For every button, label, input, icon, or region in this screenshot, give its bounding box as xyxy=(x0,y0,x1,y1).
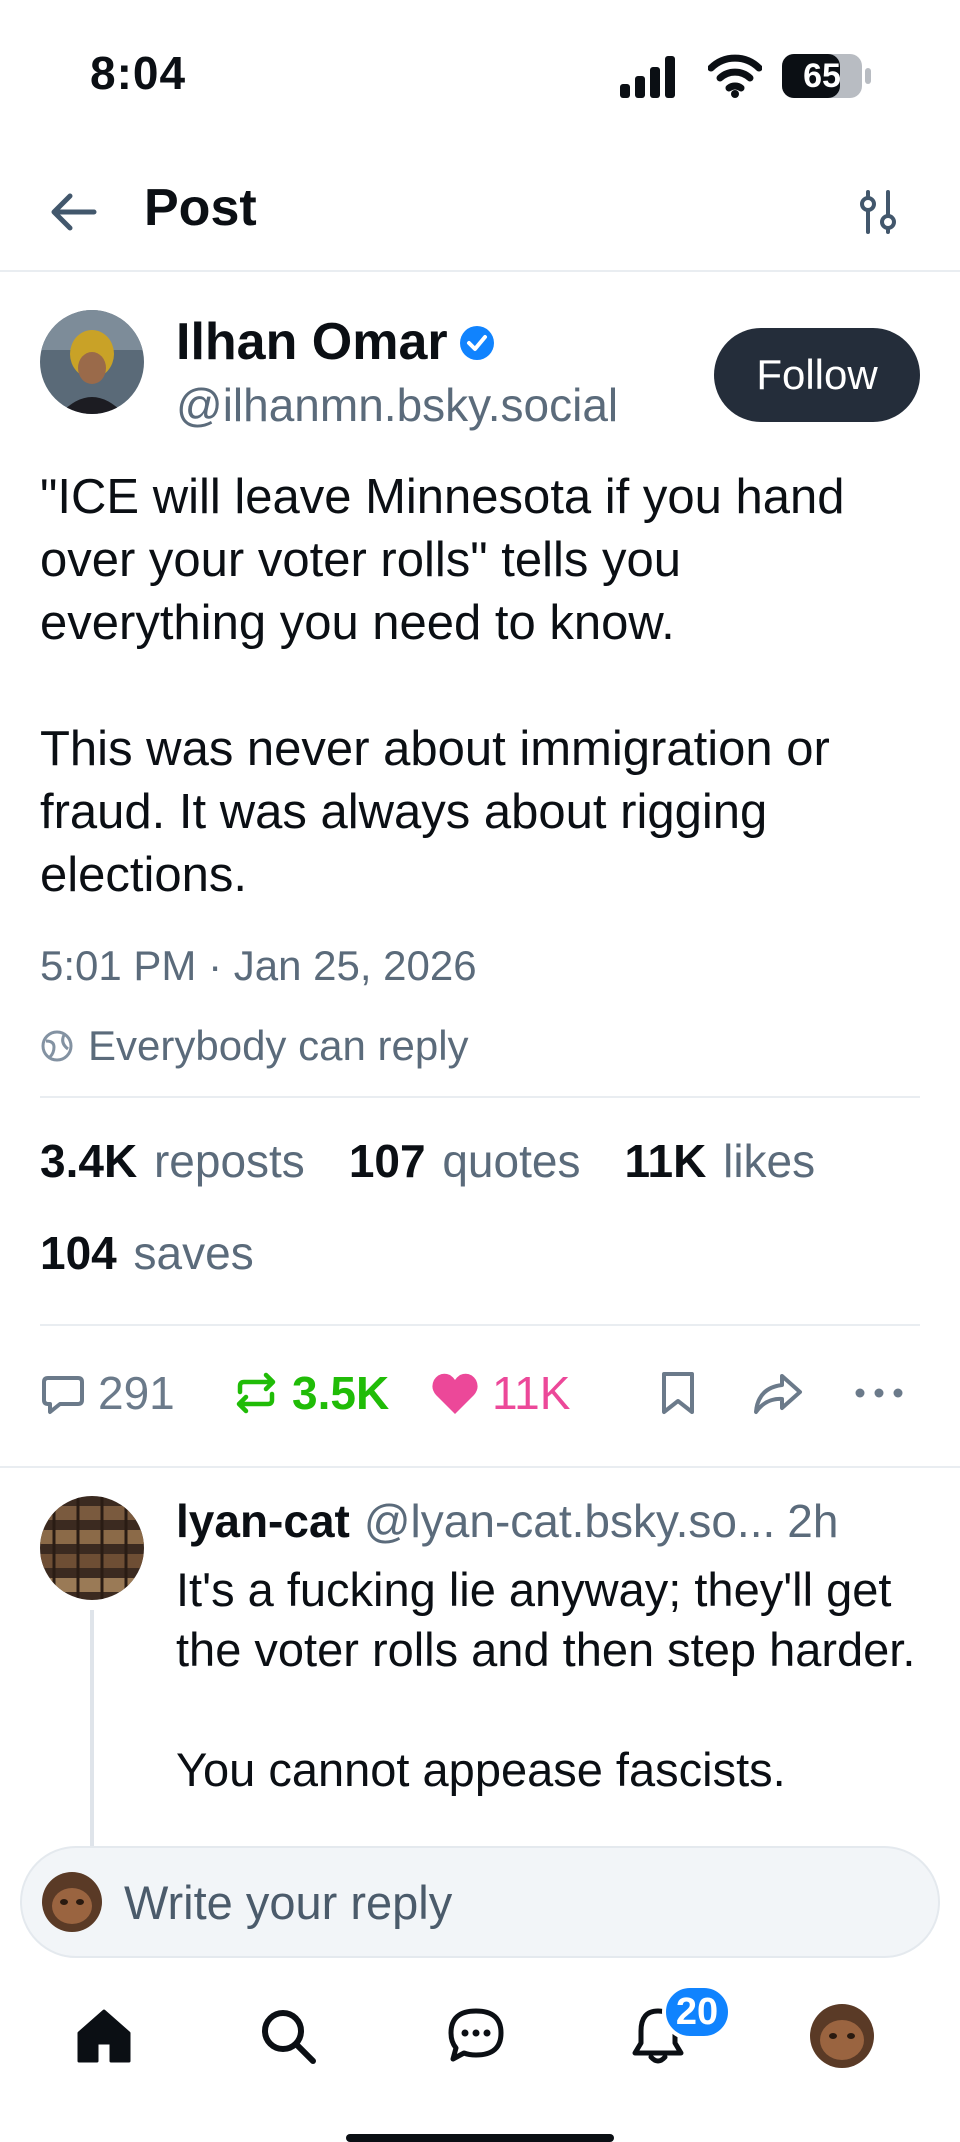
reply-paragraph: You cannot appease fascists. xyxy=(176,1743,786,1796)
avatar-image xyxy=(42,1872,102,1932)
post-text: "ICE will leave Minnesota if you hand ov… xyxy=(40,466,920,970)
post-actions: 291 3.5K 11K xyxy=(0,1362,960,1424)
divider xyxy=(40,1096,920,1098)
follow-button[interactable]: Follow xyxy=(714,328,920,422)
reply-setting-label: Everybody can reply xyxy=(88,1022,469,1069)
status-time: 8:04 xyxy=(90,47,187,99)
author-handle[interactable]: @ilhanmn.bsky.social xyxy=(176,378,618,432)
share-action[interactable] xyxy=(752,1362,816,1424)
quotes-stat[interactable]: 107 quotes xyxy=(349,1134,581,1188)
reply-age: 2h xyxy=(787,1495,839,1547)
post-header: Post xyxy=(0,150,960,272)
page-title: Post xyxy=(144,179,257,237)
home-indicator xyxy=(346,2134,614,2142)
reply-text[interactable]: It's a fucking lie anyway; they'll get t… xyxy=(176,1560,926,1860)
verified-icon xyxy=(460,326,494,360)
post-stats-row: 3.4K reposts 107 quotes 11K likes xyxy=(40,1134,859,1188)
quotes-count: 107 xyxy=(348,1135,426,1187)
likes-count: 11K xyxy=(624,1135,707,1187)
saves-label: saves xyxy=(133,1227,254,1279)
nav-search[interactable] xyxy=(248,1996,328,2076)
profile-avatar xyxy=(810,2004,874,2068)
reply-count: 291 xyxy=(98,1367,175,1419)
chat-icon xyxy=(448,2008,504,2062)
post-paragraph: This was never about immigration or frau… xyxy=(40,722,830,902)
wifi-icon xyxy=(708,54,762,98)
reposts-label: reposts xyxy=(153,1135,305,1187)
nav-chat[interactable] xyxy=(436,1996,516,2076)
bookmark-action[interactable] xyxy=(658,1362,710,1424)
status-bar: 8:04 65 xyxy=(0,0,960,150)
notification-badge: 20 xyxy=(662,1984,732,2040)
heart-icon xyxy=(432,1373,478,1414)
more-action[interactable] xyxy=(854,1362,916,1424)
battery-indicator: 65 xyxy=(782,54,872,98)
user-avatar xyxy=(42,1872,102,1932)
home-icon xyxy=(77,2009,131,2063)
divider xyxy=(0,1466,960,1468)
reply-author-avatar[interactable] xyxy=(40,1496,144,1600)
reply-author-name[interactable]: lyan-cat xyxy=(176,1494,350,1548)
reply-composer[interactable]: Write your reply xyxy=(20,1846,940,1958)
battery-percentage: 65 xyxy=(803,57,841,95)
avatar-image xyxy=(40,310,144,414)
filter-sliders-icon[interactable] xyxy=(856,184,902,240)
likes-label: likes xyxy=(723,1135,816,1187)
like-action[interactable]: 11K xyxy=(430,1362,570,1424)
post-stats-row-2: 104 saves xyxy=(40,1226,298,1280)
reposts-stat[interactable]: 3.4K reposts xyxy=(40,1134,305,1188)
saves-count: 104 xyxy=(40,1227,117,1279)
reply-header: lyan-cat @lyan-cat.bsky.so... 2h xyxy=(176,1494,922,1548)
repost-icon xyxy=(236,1372,276,1414)
nav-profile[interactable] xyxy=(802,1996,882,2076)
post-timestamp: 5:01 PM · Jan 25, 2026 xyxy=(40,942,477,989)
reply-author-handle[interactable]: @lyan-cat.bsky.so... xyxy=(364,1494,775,1548)
bookmark-icon xyxy=(662,1372,694,1414)
share-icon xyxy=(754,1374,802,1414)
like-count: 11K xyxy=(492,1367,571,1419)
post-paragraph: "ICE will leave Minnesota if you hand ov… xyxy=(40,470,845,650)
reposts-count: 3.4K xyxy=(40,1135,138,1187)
repost-action[interactable]: 3.5K xyxy=(232,1362,389,1424)
reply-icon xyxy=(42,1376,84,1414)
quotes-label: quotes xyxy=(442,1135,581,1187)
nav-home[interactable] xyxy=(64,1996,144,2076)
cellular-signal-icon xyxy=(620,56,675,98)
bottom-nav: 20 xyxy=(0,1958,960,2142)
author-avatar[interactable] xyxy=(40,310,144,414)
avatar-image xyxy=(40,1496,144,1600)
reply-action[interactable]: 291 xyxy=(40,1362,175,1424)
divider xyxy=(40,1324,920,1326)
likes-stat[interactable]: 11K likes xyxy=(624,1134,815,1188)
search-icon xyxy=(262,2010,316,2064)
thread-line xyxy=(90,1610,94,1850)
reply-paragraph: It's a fucking lie anyway; they'll get t… xyxy=(176,1563,916,1676)
repost-count: 3.5K xyxy=(292,1367,390,1419)
back-arrow-icon[interactable] xyxy=(46,184,102,240)
author-name[interactable]: Ilhan Omar xyxy=(176,312,448,372)
globe-icon xyxy=(41,1030,73,1062)
reply-setting: Everybody can reply xyxy=(40,1018,469,1074)
saves-stat[interactable]: 104 saves xyxy=(40,1226,254,1280)
reply-input[interactable]: Write your reply xyxy=(124,1875,452,1930)
more-icon xyxy=(855,1388,903,1398)
